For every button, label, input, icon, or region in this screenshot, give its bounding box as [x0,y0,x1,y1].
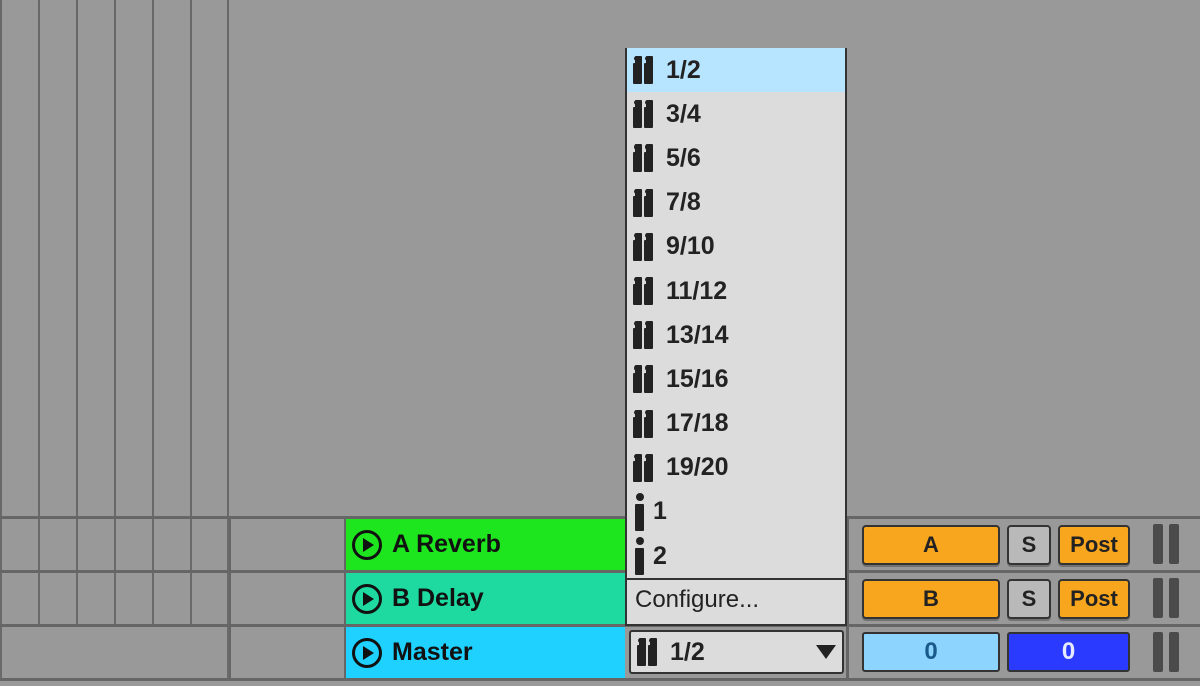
play-icon [352,584,382,614]
output-option-mono-2[interactable]: 2 [627,534,845,578]
stereo-icon [635,321,657,349]
send-b-button[interactable]: B [862,579,1000,619]
post-label: Post [1070,586,1118,612]
output-configure-option[interactable]: Configure... [627,578,845,620]
stereo-icon [635,277,657,305]
output-option-11-12[interactable]: 11/12 [627,269,845,313]
stereo-icon [635,365,657,393]
option-label: 1 [653,497,667,526]
stereo-icon [635,454,657,482]
output-option-mono-1[interactable]: 1 [627,490,845,534]
option-label: 19/20 [666,453,729,482]
mono-icon [635,493,644,531]
stereo-icon [635,56,657,84]
mono-icon [635,537,644,575]
level-meter-b [1138,576,1193,620]
level-meter-master [1138,630,1193,674]
stereo-icon [635,233,657,261]
output-option-13-14[interactable]: 13/14 [627,313,845,357]
arrangement-grid-lines [0,0,229,517]
send-a-button[interactable]: A [862,525,1000,565]
play-icon [352,530,382,560]
option-label: 7/8 [666,188,701,217]
master-volume-value[interactable]: 0 [1007,632,1130,672]
stereo-icon [635,410,657,438]
configure-label: Configure... [635,586,759,614]
output-option-9-10[interactable]: 9/10 [627,225,845,269]
dropdown-selected-value: 1/2 [670,638,705,667]
grid-cells-row-b [0,573,229,624]
output-option-19-20[interactable]: 19/20 [627,446,845,490]
option-label: 5/6 [666,144,701,173]
output-option-1-2[interactable]: 1/2 [627,48,845,92]
stereo-icon [635,100,657,128]
track-label: A Reverb [392,530,501,559]
app-root: { "grid": { "position_display": "1/1", "… [0,0,1200,686]
option-label: 2 [653,542,667,571]
option-label: 13/14 [666,321,729,350]
output-option-15-16[interactable]: 15/16 [627,357,845,401]
play-icon [352,638,382,668]
stereo-icon [635,189,657,217]
option-label: 1/2 [666,56,701,85]
grid-cells-row-a [0,519,229,570]
option-label: 3/4 [666,100,701,129]
track-label: B Delay [392,584,484,613]
solo-label: S [1022,532,1037,558]
send-button-label: B [923,586,939,612]
cue-volume-value[interactable]: 0 [862,632,1000,672]
post-button-a[interactable]: Post [1058,525,1130,565]
position-cell [229,627,346,678]
option-label: 15/16 [666,365,729,394]
output-option-7-8[interactable]: 7/8 [627,181,845,225]
output-option-17-18[interactable]: 17/18 [627,402,845,446]
master-value-text: 0 [1062,638,1075,666]
solo-label: S [1022,586,1037,612]
grid-cells-row-master [0,627,229,678]
option-label: 9/10 [666,232,715,261]
master-output-dropdown[interactable]: 1/2 [629,630,844,674]
option-label: 11/12 [666,277,727,306]
level-meter-a [1138,522,1193,566]
master-track[interactable]: Master [346,627,625,678]
solo-button-a[interactable]: S [1007,525,1051,565]
track-label: Master [392,638,473,667]
output-option-5-6[interactable]: 5/6 [627,136,845,180]
stereo-icon [639,638,661,666]
option-label: 17/18 [666,409,729,438]
solo-button-b[interactable]: S [1007,579,1051,619]
post-button-b[interactable]: Post [1058,579,1130,619]
output-option-3-4[interactable]: 3/4 [627,92,845,136]
return-track-b[interactable]: B Delay [346,573,625,624]
send-button-label: A [923,532,939,558]
stereo-icon [635,144,657,172]
return-track-a[interactable]: A Reverb [346,519,625,570]
chevron-down-icon [816,645,836,659]
row-separator [0,678,1200,681]
empty-cell [229,573,346,624]
output-dropdown-menu: 1/2 3/4 5/6 7/8 9/10 11/12 13/14 15/16 [625,48,847,626]
post-label: Post [1070,532,1118,558]
empty-cell [229,519,346,570]
cue-value-text: 0 [924,638,937,666]
